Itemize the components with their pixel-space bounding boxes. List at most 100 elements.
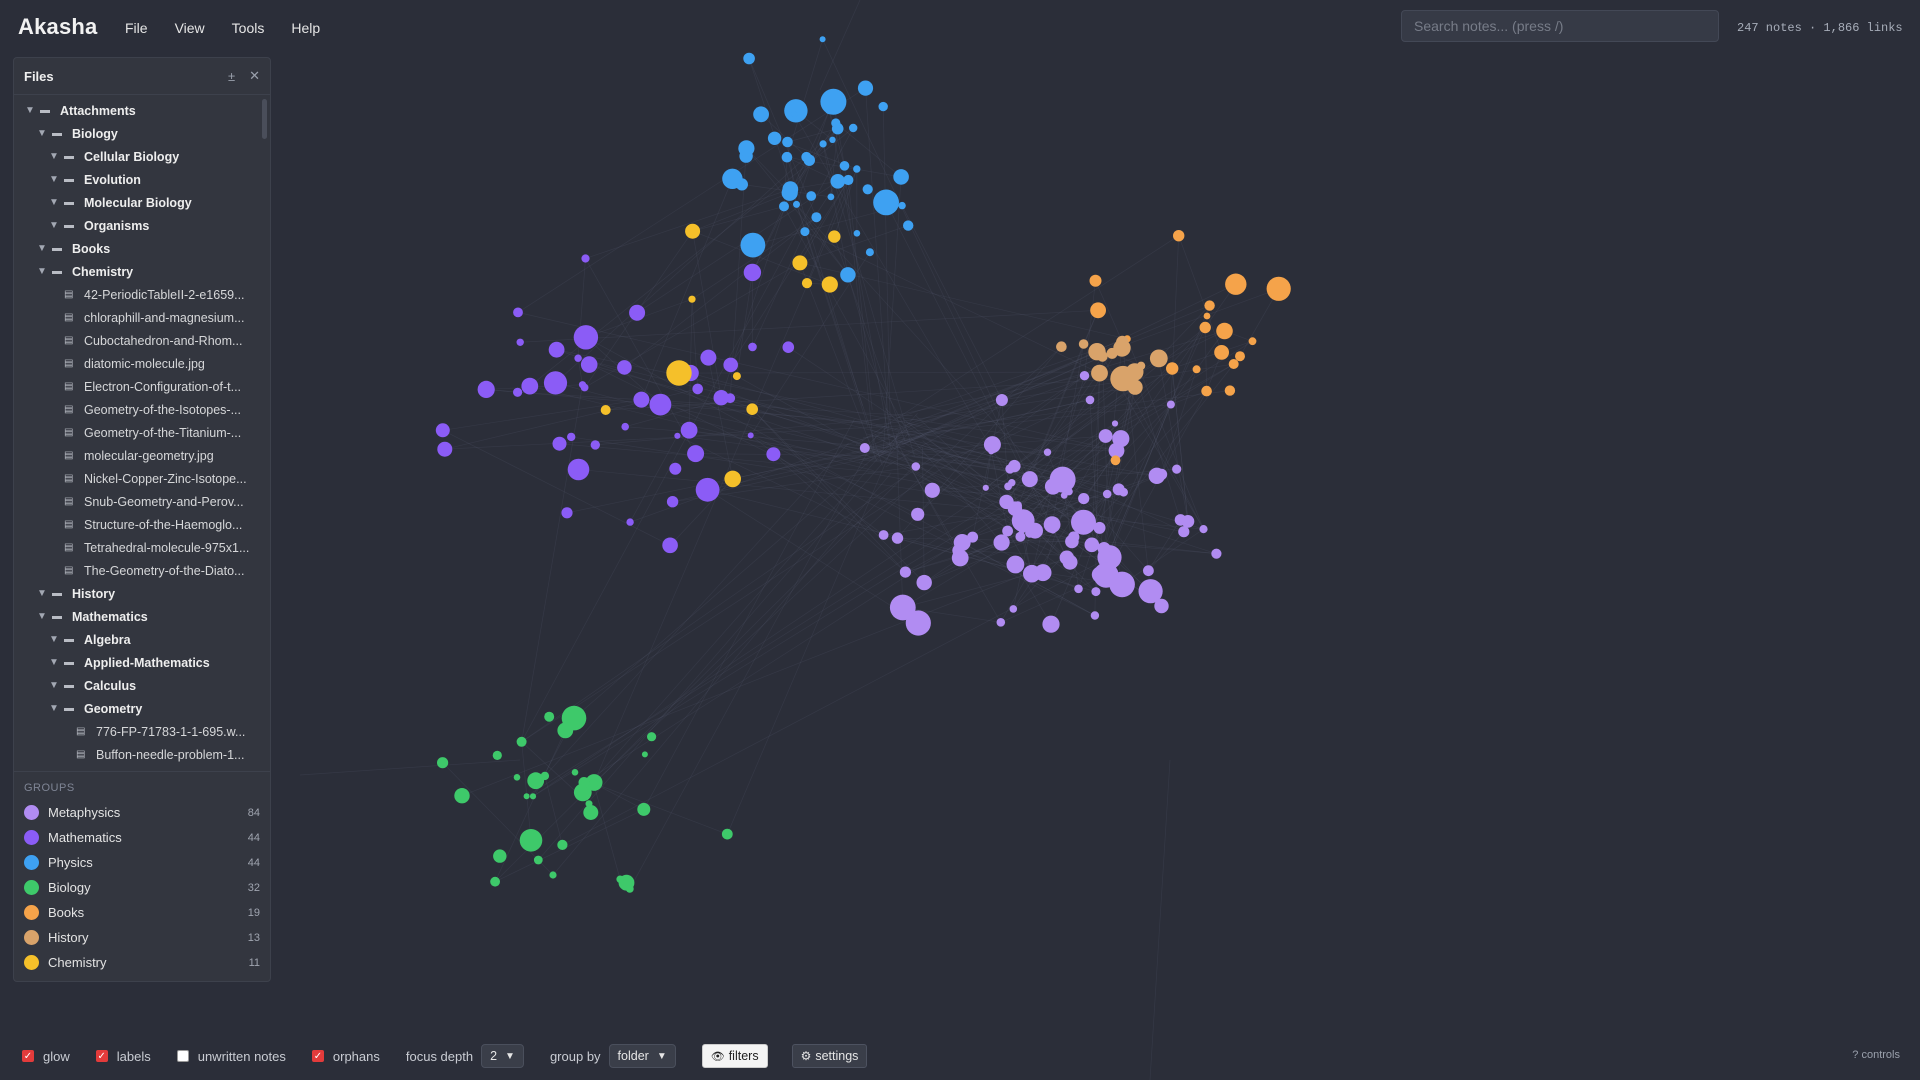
graph-node[interactable] <box>891 532 904 544</box>
glow-toggle[interactable]: ✓ glow <box>22 1049 70 1064</box>
menu-tools[interactable]: Tools <box>232 20 265 36</box>
graph-node[interactable] <box>753 106 769 123</box>
graph-node[interactable] <box>766 447 781 462</box>
tree-file[interactable]: ▤ chloraphill-and-magnesium... <box>14 306 270 329</box>
graph-node[interactable] <box>493 849 507 863</box>
graph-node[interactable] <box>1049 466 1076 493</box>
graph-node[interactable] <box>738 140 755 157</box>
tree-folder[interactable]: ▼ ▬ Chemistry <box>14 260 270 283</box>
graph-node[interactable] <box>1009 605 1018 613</box>
graph-node[interactable] <box>853 165 861 173</box>
graph-node[interactable] <box>1078 339 1089 349</box>
graph-node[interactable] <box>548 341 565 358</box>
graph-node[interactable] <box>688 295 696 303</box>
tree-file[interactable]: ▤ Geometry-of-the-Titanium-... <box>14 421 270 444</box>
graph-node[interactable] <box>552 436 567 451</box>
graph-node[interactable] <box>549 871 557 879</box>
graph-node[interactable] <box>988 448 995 455</box>
graph-node[interactable] <box>1015 531 1026 542</box>
graph-node[interactable] <box>1204 300 1215 311</box>
graph-node[interactable] <box>831 118 841 128</box>
graph-node[interactable] <box>748 342 757 352</box>
graph-node[interactable] <box>516 736 527 747</box>
graph-node[interactable] <box>1089 274 1102 287</box>
labels-toggle[interactable]: ✓ labels <box>95 1049 151 1064</box>
graph-node[interactable] <box>700 349 717 366</box>
graph-node[interactable] <box>557 839 568 851</box>
tree-folder[interactable]: ▼ ▬ Mathematics <box>14 605 270 628</box>
graph-node[interactable] <box>625 885 634 893</box>
graph-node[interactable] <box>578 381 587 389</box>
graph-node[interactable] <box>713 390 729 406</box>
tree-file[interactable]: ▤ 42-PeriodicTableII-2-e1659... <box>14 283 270 306</box>
group-item-biology[interactable]: Biology 32 <box>24 875 260 900</box>
menu-help[interactable]: Help <box>291 20 320 36</box>
graph-node[interactable] <box>723 357 738 373</box>
graph-node[interactable] <box>692 383 703 395</box>
graph-node[interactable] <box>1088 343 1106 361</box>
expand-triangle-icon[interactable]: ▼ <box>48 703 60 714</box>
expand-triangle-icon[interactable]: ▼ <box>36 128 48 139</box>
menu-file[interactable]: File <box>125 20 148 36</box>
graph-node[interactable] <box>513 307 523 318</box>
graph-node[interactable] <box>516 338 524 346</box>
graph-node[interactable] <box>782 136 793 148</box>
unwritten-notes-toggle[interactable]: unwritten notes <box>176 1049 286 1064</box>
graph-node[interactable] <box>952 544 965 557</box>
group-item-mathematics[interactable]: Mathematics 44 <box>24 825 260 850</box>
tree-file[interactable]: ▤ 776-FP-71783-1-1-695.w... <box>14 720 270 743</box>
graph-node[interactable] <box>1125 363 1144 381</box>
graph-node[interactable] <box>903 220 914 231</box>
graph-node[interactable] <box>1042 615 1060 633</box>
graph-node[interactable] <box>889 594 916 621</box>
graph-node[interactable] <box>666 360 692 386</box>
graph-node[interactable] <box>898 201 906 210</box>
graph-node[interactable] <box>830 174 846 189</box>
graph-node[interactable] <box>1112 430 1130 448</box>
graph-node[interactable] <box>571 769 579 776</box>
graph-node[interactable] <box>437 757 449 769</box>
graph-node[interactable] <box>743 263 762 282</box>
graph-node[interactable] <box>1021 471 1038 488</box>
graph-node[interactable] <box>1116 335 1129 349</box>
graph-node[interactable] <box>911 507 925 521</box>
graph-node[interactable] <box>590 440 600 450</box>
graph-node[interactable] <box>791 111 798 118</box>
expand-triangle-icon[interactable]: ▼ <box>36 243 48 254</box>
tree-file[interactable]: ▤ Structure-of-the-Haemoglo... <box>14 513 270 536</box>
graph-node[interactable] <box>513 387 523 397</box>
graph-node[interactable] <box>1062 554 1078 570</box>
graph-node[interactable] <box>1071 509 1096 535</box>
graph-node[interactable] <box>982 484 989 491</box>
graph-node[interactable] <box>782 341 795 354</box>
graph-node[interactable] <box>1192 365 1201 374</box>
expand-triangle-icon[interactable]: ▼ <box>36 611 48 622</box>
graph-node[interactable] <box>801 151 812 163</box>
graph-node[interactable] <box>916 574 932 591</box>
graph-node[interactable] <box>589 778 598 788</box>
graph-node[interactable] <box>1079 371 1090 381</box>
expand-triangle-icon[interactable]: ▼ <box>48 657 60 668</box>
unwritten-notes-checkbox[interactable] <box>176 1050 189 1062</box>
graph-node[interactable] <box>862 184 873 195</box>
graph-node[interactable] <box>1002 525 1013 537</box>
tree-file[interactable]: ▤ Electron-Configuration-of-t... <box>14 375 270 398</box>
graph-node[interactable] <box>821 276 838 293</box>
tree-file[interactable]: ▤ Snub-Geometry-and-Perov... <box>14 490 270 513</box>
graph-node[interactable] <box>1085 395 1095 405</box>
controls-help-link[interactable]: ? controls <box>1852 1049 1900 1061</box>
graph-node[interactable] <box>839 161 850 171</box>
expand-triangle-icon[interactable]: ▼ <box>48 197 60 208</box>
close-icon[interactable]: ✕ <box>249 68 260 84</box>
graph-node[interactable] <box>567 432 576 442</box>
file-tree-scrollbar[interactable] <box>262 99 267 139</box>
graph-node[interactable] <box>1056 341 1067 353</box>
expand-triangle-icon[interactable]: ▼ <box>48 151 60 162</box>
graph-node[interactable] <box>1216 322 1233 340</box>
group-item-chemistry[interactable]: Chemistry 11 <box>24 950 260 975</box>
tree-folder[interactable]: ▼ ▬ Biology <box>14 122 270 145</box>
tree-file[interactable]: ▤ Buffon-needle-problem-1... <box>14 743 270 766</box>
graph-node[interactable] <box>779 201 789 212</box>
graph-node[interactable] <box>899 566 912 578</box>
collapse-all-icon[interactable]: ± <box>228 69 235 84</box>
